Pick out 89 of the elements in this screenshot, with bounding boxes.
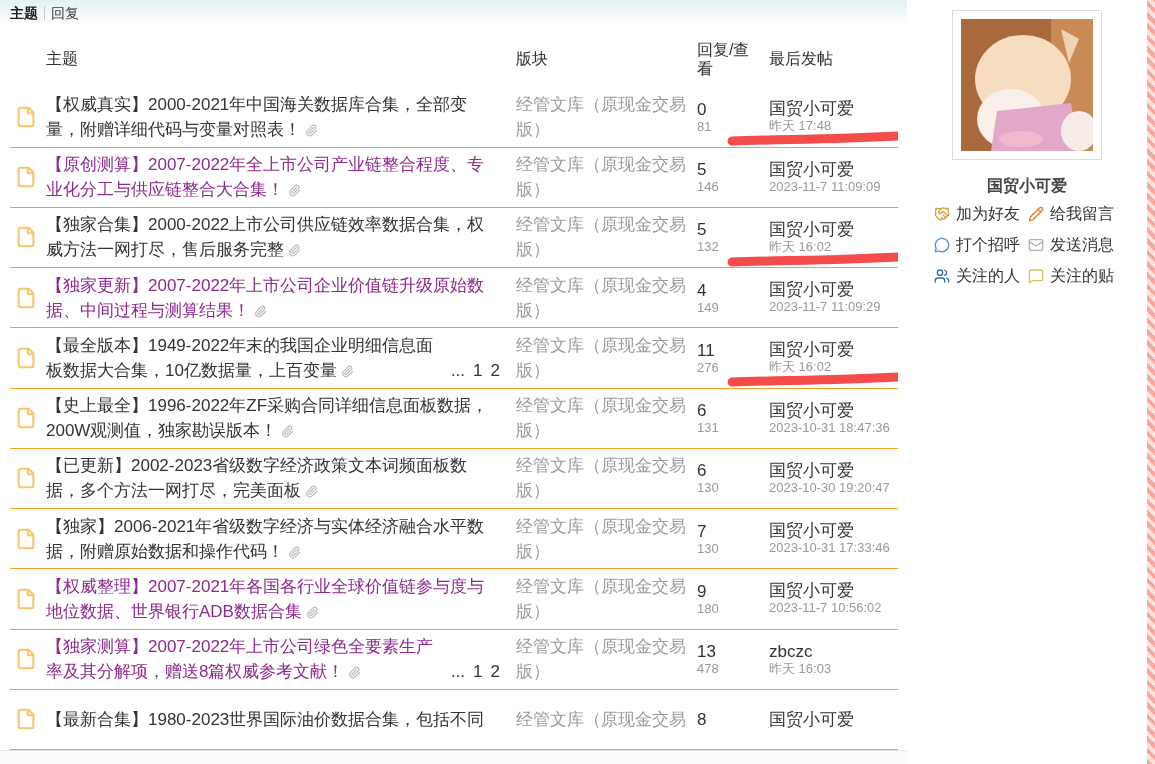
file-icon	[15, 587, 37, 610]
file-icon	[15, 467, 37, 490]
post-time: 昨天 16:03	[769, 660, 833, 677]
page-link[interactable]: ...	[450, 659, 466, 685]
page-link[interactable]: ...	[450, 357, 466, 383]
author-link[interactable]: 国贸小可爱	[769, 99, 898, 119]
file-icon	[15, 527, 37, 550]
thread-title[interactable]: 【最新合集】1980-2023世界国际油价数据合集，包括不同	[46, 706, 485, 732]
view-count: 276	[697, 359, 720, 375]
post-time: 2023-10-31 17:33:46	[769, 540, 891, 557]
thread-title[interactable]: 【史上最全】1996-2022年ZF采购合同详细信息面板数据，200W观测值，独家勘误版本！	[46, 393, 500, 444]
author-link[interactable]: 国贸小可爱	[769, 460, 898, 480]
thread-title[interactable]: 【权威整理】2007-2021年各国各行业全球价值链参与度与地位数据、世界银行ADB数据合集	[46, 573, 500, 624]
reply-count: 5	[697, 160, 708, 180]
post-time: 昨天 17:48	[769, 118, 833, 135]
filter-tab[interactable]: 回复	[51, 2, 79, 24]
author-link[interactable]: 国贸小可爱	[769, 400, 898, 420]
file-icon	[15, 105, 37, 128]
thread-title[interactable]: 【独家测算】2007-2022年上市公司绿色全要素生产率及其分解项，赠送8篇权威参考文献！	[46, 634, 443, 685]
profile-action[interactable]: 给我留言	[1028, 202, 1114, 226]
file-icon	[15, 346, 37, 369]
column-header: 主题	[46, 48, 79, 69]
file-icon	[15, 286, 37, 309]
pencil-icon	[1028, 206, 1044, 222]
reply-count: 9	[697, 581, 708, 601]
file-icon	[15, 166, 37, 189]
reply-count: 7	[697, 521, 708, 541]
thread-title[interactable]: 【权威真实】2000-2021年中国海关数据库合集，全部变量，附赠详细代码与变量对照表！	[46, 91, 500, 142]
profile-action[interactable]: 打个招呼	[934, 233, 1020, 257]
author-link[interactable]: 国贸小可爱	[769, 280, 898, 300]
file-icon	[15, 708, 37, 731]
author-link[interactable]: zbczc	[769, 641, 898, 661]
reply-count: 6	[697, 401, 708, 421]
column-header: 最后发帖	[769, 48, 834, 69]
author-link[interactable]: 国贸小可爱	[769, 709, 898, 729]
view-count: 132	[697, 239, 720, 255]
view-count: 81	[697, 118, 713, 134]
profile-action[interactable]: 关注的人	[934, 264, 1020, 288]
page-link[interactable]: 1	[473, 659, 483, 685]
reply-count: 0	[697, 99, 708, 119]
view-count: 131	[697, 420, 720, 436]
profile-action[interactable]: 发送消息	[1028, 233, 1114, 257]
post-time: 2023-11-7 11:09:09	[769, 178, 882, 195]
view-count: 478	[697, 661, 720, 677]
author-link[interactable]: 国贸小可爱	[769, 581, 898, 601]
column-header: 回复/查看	[697, 39, 751, 78]
page-link[interactable]: 2	[490, 357, 500, 383]
thread-title[interactable]: 【独家更新】2007-2022年上市公司企业价值链升级原始数据、中间过程与测算结果！	[46, 272, 500, 323]
mail-icon	[1028, 237, 1044, 253]
author-link[interactable]: 国贸小可爱	[769, 340, 898, 360]
post-time: 昨天 16:02	[769, 359, 833, 376]
profile-action[interactable]: 关注的贴	[1028, 264, 1114, 288]
column-header: 版块	[516, 48, 549, 69]
filter-tab[interactable]: 主题	[10, 2, 38, 24]
view-count: 130	[697, 540, 720, 556]
username[interactable]: 国贸小可爱	[987, 174, 1067, 198]
view-count: 180	[697, 600, 720, 616]
view-count: 146	[697, 179, 720, 195]
thread-title[interactable]: 【最全版本】1949-2022年末的我国企业明细信息面板数据大合集，10亿数据量，上百变量	[46, 332, 443, 383]
reply-count: 4	[697, 280, 708, 300]
file-icon	[15, 648, 37, 671]
reply-count: 5	[697, 220, 708, 240]
post-time: 2023-10-30 19:20:47	[769, 479, 891, 496]
author-link[interactable]: 国贸小可爱	[769, 521, 898, 541]
thread-title[interactable]: 【原创测算】2007-2022年全上市公司产业链整合程度、专业化分工与供应链整合大合集！	[46, 152, 500, 203]
file-icon	[15, 407, 37, 430]
view-count: 130	[697, 480, 720, 496]
reply-count: 6	[697, 461, 708, 481]
view-count: 149	[697, 299, 720, 315]
thread-title[interactable]: 【独家合集】2000-2022上市公司供应链效率数据合集，权威方法一网打尽，售后服务完整	[46, 212, 500, 263]
thread-title[interactable]: 【已更新】2002-2023省级数字经济政策文本词频面板数据，多个方法一网打尽，完美面板	[46, 453, 500, 504]
reply-count: 11	[697, 340, 716, 360]
page-link[interactable]: 1	[473, 357, 483, 383]
post-time: 2023-10-31 18:47:36	[769, 419, 891, 436]
handshake-icon	[934, 206, 950, 222]
profile-action[interactable]: 加为好友	[934, 202, 1020, 226]
author-link[interactable]: 国贸小可爱	[769, 159, 898, 179]
file-icon	[15, 226, 37, 249]
users-icon	[934, 268, 950, 284]
reply-count: 13	[697, 642, 717, 662]
reply-count: 8	[697, 709, 708, 729]
post-time: 2023-11-7 10:56:02	[769, 600, 883, 617]
post-time: 2023-11-7 11:09:29	[769, 299, 882, 316]
speech-bubble-icon	[1028, 268, 1044, 284]
page-link[interactable]: 2	[490, 659, 500, 685]
author-link[interactable]: 国贸小可爱	[769, 219, 898, 239]
chat-icon	[934, 237, 950, 253]
thread-title[interactable]: 【独家】2006-2021年省级数字经济与实体经济融合水平数据，附赠原始数据和操作代码！	[46, 513, 500, 564]
post-time: 昨天 16:02	[769, 238, 833, 255]
